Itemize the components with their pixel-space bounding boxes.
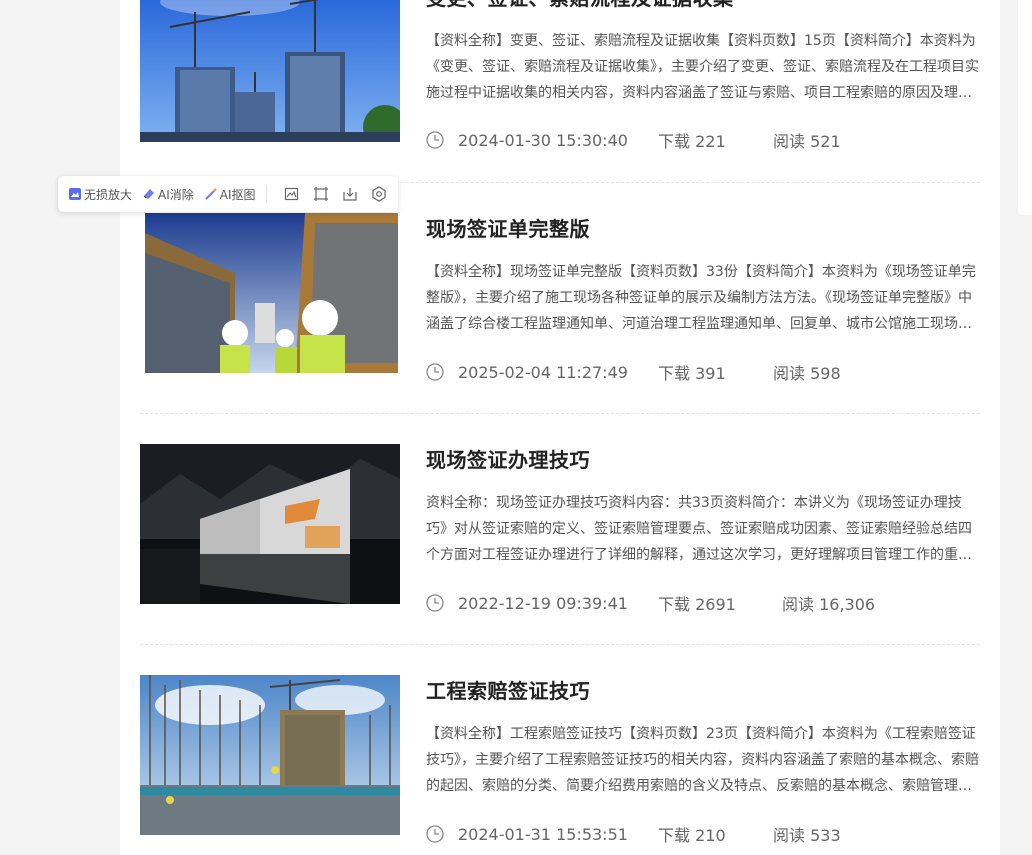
settings-icon[interactable] [371,186,387,202]
image-toolbar: 无损放大 AI消除 AI抠图 [58,176,398,212]
clock-icon [426,363,444,381]
ai-erase-button[interactable]: AI消除 [142,186,194,203]
item-date: 2024-01-31 15:53:51 [458,824,628,844]
ai-cutout-button[interactable]: AI抠图 [204,186,256,203]
clock-icon [426,594,444,612]
thumbnail-image[interactable] [145,213,398,373]
resource-list: 变更、签证、索赔流程及证据收集 【资料全称】变更、签证、索赔流程及证据收集【资料… [120,0,1000,855]
thumbnail-image[interactable] [140,0,400,142]
read-count: 阅读 533 [773,826,841,845]
item-meta: 2024-01-30 15:30:40 下载 221 阅读 521 [426,128,841,152]
right-side-panel [1018,0,1032,215]
item-title[interactable]: 现场签证单完整版 [426,213,590,242]
read-count: 阅读 598 [773,364,841,383]
clock-icon [426,131,444,149]
download-icon[interactable] [342,186,358,202]
item-date: 2024-01-30 15:30:40 [458,130,628,150]
image-enhance-icon [69,188,81,200]
ai-cutout-label: AI抠图 [219,187,256,202]
lossless-zoom-button[interactable]: 无损放大 [68,186,132,203]
lossless-zoom-label: 无损放大 [84,187,133,202]
item-description: 【资料全称】现场签证单完整版【资料页数】33份【资料简介】本资料为《现场签证单完… [426,264,976,332]
thumbnail-image[interactable] [140,444,400,604]
clock-icon [426,825,444,843]
item-description: 【资料全称】变更、签证、索赔流程及证据收集【资料页数】15页【资料简介】本资料为… [426,33,979,101]
divider [140,413,980,414]
download-count: 下载 2691 [658,595,736,614]
read-count: 阅读 16,306 [782,595,876,614]
read-count: 阅读 521 [773,132,841,151]
divider [140,644,980,645]
crop-icon[interactable] [313,186,329,202]
toolbar-divider [265,185,267,203]
item-date: 2022-12-19 09:39:41 [458,593,628,613]
download-count: 下载 391 [658,364,726,383]
item-date: 2025-02-04 11:27:49 [458,362,628,382]
ai-erase-label: AI消除 [158,187,194,202]
thumbnail-image[interactable] [140,675,400,835]
item-meta: 2022-12-19 09:39:41 下载 2691 阅读 16,306 [426,591,875,615]
item-title[interactable]: 工程索赔签证技巧 [426,675,590,704]
item-meta: 2024-01-31 15:53:51 下载 210 阅读 533 [426,822,841,846]
item-title[interactable]: 变更、签证、索赔流程及证据收集 [426,0,734,11]
item-title[interactable]: 现场签证办理技巧 [426,444,590,473]
download-count: 下载 221 [658,132,726,151]
image-edit-icon[interactable] [284,186,300,202]
item-description: 资料全称：现场签证办理技巧资料内容：共33页资料简介：本讲义为《现场签证办理技巧… [426,495,972,563]
magic-wand-icon [205,188,217,200]
item-description: 【资料全称】工程索赔签证技巧【资料页数】23页【资料简介】本资料为《工程索赔签证… [426,726,979,794]
download-count: 下载 210 [658,826,726,845]
eraser-icon [143,189,155,199]
item-meta: 2025-02-04 11:27:49 下载 391 阅读 598 [426,360,841,384]
